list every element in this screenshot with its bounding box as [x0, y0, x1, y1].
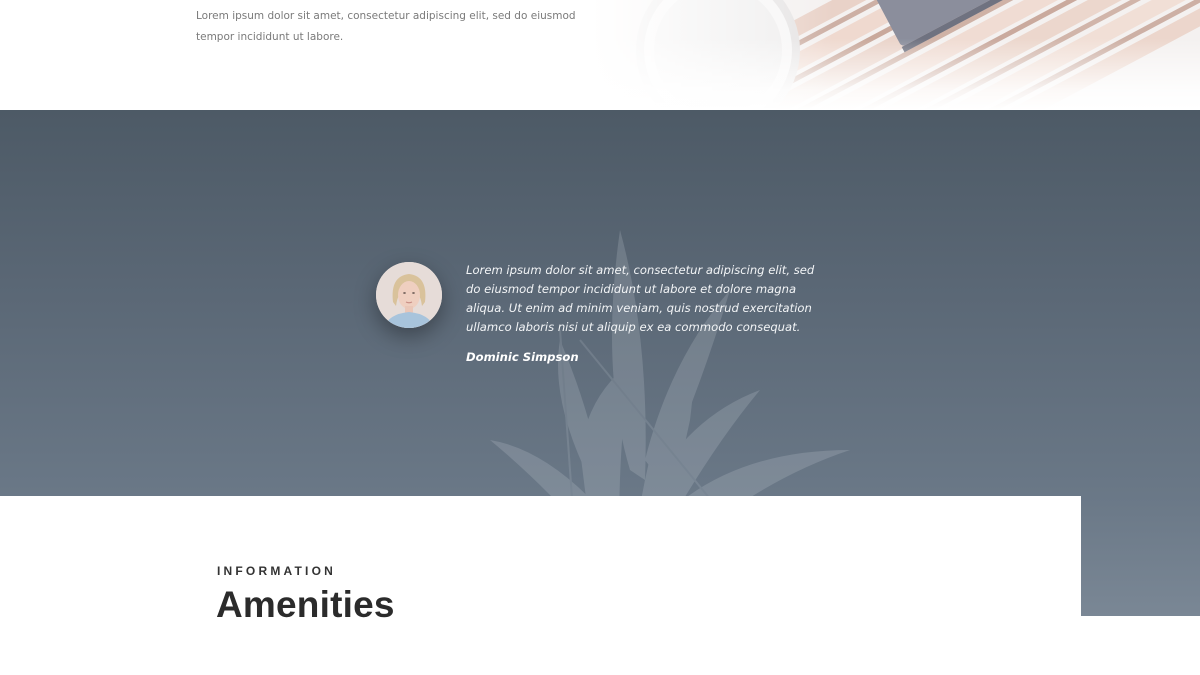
section-title: Amenities	[216, 584, 395, 625]
intro-text: Lorem ipsum dolor sit amet, consectetur …	[196, 10, 576, 43]
image-fade-overlay	[590, 0, 1200, 110]
person-avatar-illustration	[376, 262, 442, 328]
testimonial-quote: Lorem ipsum dolor sit amet, consectetur …	[466, 263, 815, 334]
person-avatar	[376, 262, 442, 328]
testimonial-section: Lorem ipsum dolor sit amet, consectetur …	[0, 110, 1200, 496]
testimonial-author: Dominic Simpson	[466, 350, 579, 364]
section-eyebrow: INFORMATION	[217, 564, 336, 578]
intro-section: Lorem ipsum dolor sit amet, consectetur …	[0, 0, 1200, 110]
amenities-section: INFORMATION Amenities	[0, 496, 1081, 675]
coffee-cup-bamboo-image	[590, 0, 1200, 110]
decorative-side-block	[1080, 496, 1200, 616]
page: Lorem ipsum dolor sit amet, consectetur …	[0, 0, 1200, 675]
